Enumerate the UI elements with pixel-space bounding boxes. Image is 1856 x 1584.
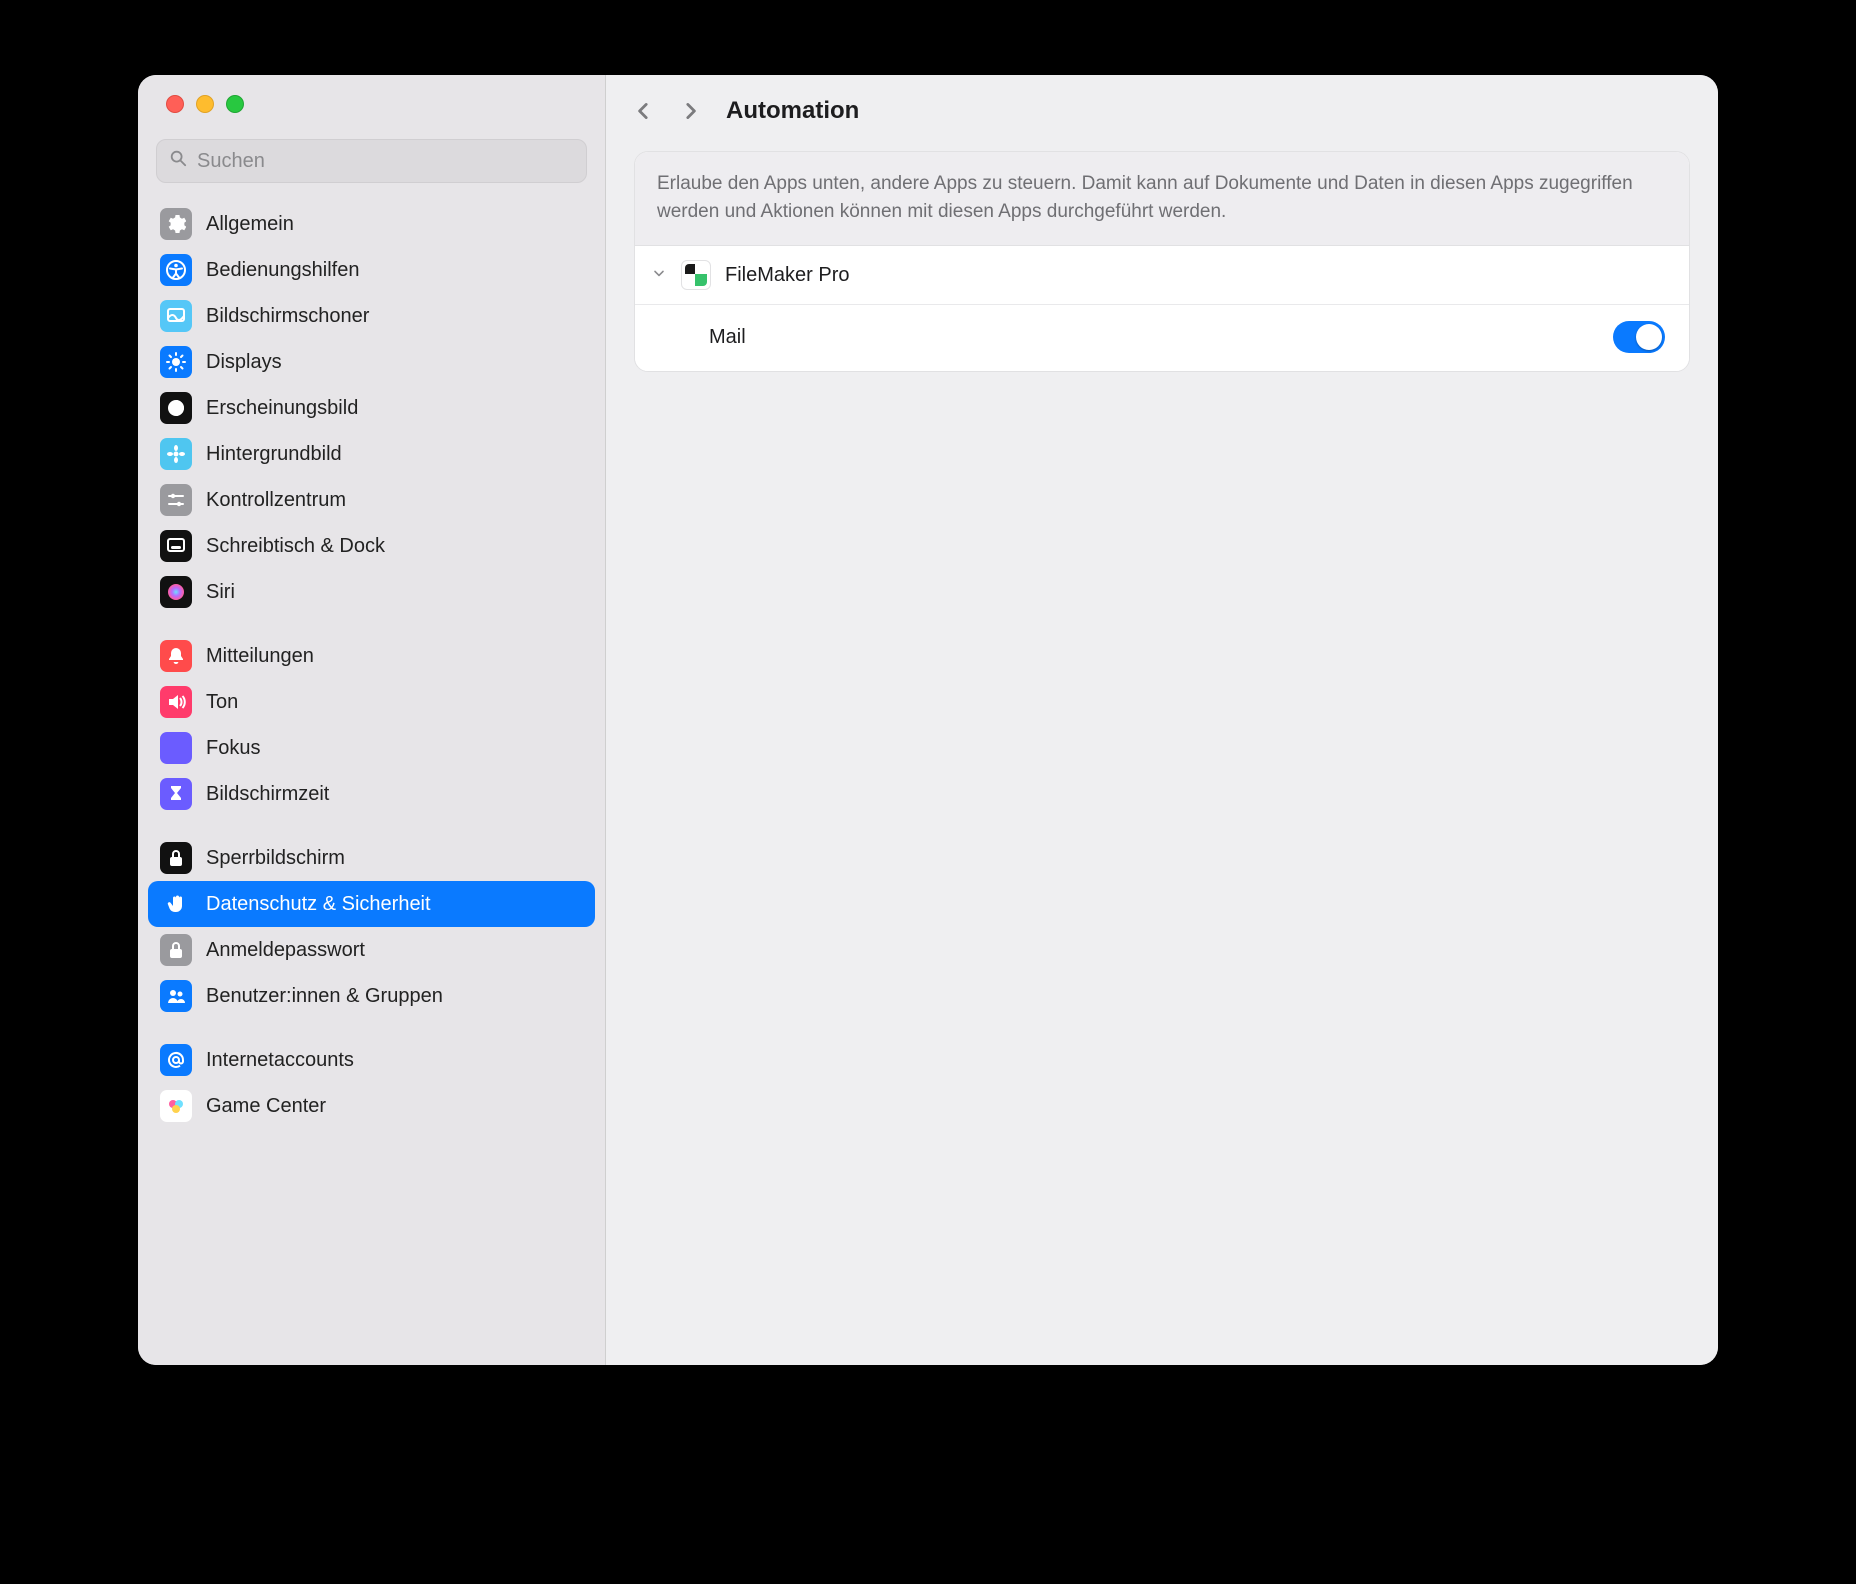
sidebar-item-label: Benutzer:innen & Gruppen	[206, 985, 443, 1008]
sidebar-item-label: Sperrbildschirm	[206, 847, 345, 870]
sidebar-item-label: Siri	[206, 581, 235, 604]
sidebar-item-kontrollzentrum[interactable]: Kontrollzentrum	[148, 477, 595, 523]
sidebar-item-sperrbildschirm[interactable]: Sperrbildschirm	[148, 835, 595, 881]
flower-icon	[160, 438, 192, 470]
speaker-icon	[160, 686, 192, 718]
sidebar-item-label: Bildschirmschoner	[206, 305, 369, 328]
sidebar-item-label: Mitteilungen	[206, 645, 314, 668]
panel-description: Erlaube den Apps unten, andere Apps zu s…	[635, 152, 1689, 246]
controlled-app-name: Mail	[709, 326, 746, 349]
lock-icon	[160, 842, 192, 874]
sidebar-item-benutzer[interactable]: Benutzer:innen & Gruppen	[148, 973, 595, 1019]
titlebar	[138, 75, 605, 133]
sidebar-item-label: Bedienungshilfen	[206, 259, 359, 282]
sidebar-item-schreibtisch-dock[interactable]: Schreibtisch & Dock	[148, 523, 595, 569]
moon-icon	[160, 732, 192, 764]
screensaver-icon	[160, 300, 192, 332]
search-field[interactable]	[156, 139, 587, 183]
content-pane: Automation Erlaube den Apps unten, ander…	[606, 75, 1718, 1365]
sidebar-item-label: Fokus	[206, 737, 260, 760]
automation-panel: Erlaube den Apps unten, andere Apps zu s…	[634, 151, 1690, 372]
dock-icon	[160, 530, 192, 562]
sidebar-item-bildschirmzeit[interactable]: Bildschirmzeit	[148, 771, 595, 817]
sidebar-item-label: Datenschutz & Sicherheit	[206, 893, 431, 916]
sidebar-item-bildschirmschoner[interactable]: Bildschirmschoner	[148, 293, 595, 339]
at-icon	[160, 1044, 192, 1076]
hourglass-icon	[160, 778, 192, 810]
appearance-icon	[160, 392, 192, 424]
sidebar-item-label: Anmeldepasswort	[206, 939, 365, 962]
sidebar-item-internetaccounts[interactable]: Internetaccounts	[148, 1037, 595, 1083]
sidebar-item-label: Displays	[206, 351, 282, 374]
sidebar-item-erscheinungsbild[interactable]: Erscheinungsbild	[148, 385, 595, 431]
sidebar-item-anmeldepasswort[interactable]: Anmeldepasswort	[148, 927, 595, 973]
controlled-app-row: Mail	[635, 305, 1689, 371]
chevron-down-icon	[651, 264, 667, 287]
hand-icon	[160, 888, 192, 920]
siri-icon	[160, 576, 192, 608]
sidebar-item-label: Game Center	[206, 1095, 326, 1118]
sidebar-nav: Allgemein Bedienungshilfen Bildschirmschon…	[138, 197, 605, 1147]
content-header: Automation	[606, 75, 1718, 147]
sidebar-item-gamecenter[interactable]: Game Center	[148, 1083, 595, 1129]
sliders-icon	[160, 484, 192, 516]
sidebar-item-mitteilungen[interactable]: Mitteilungen	[148, 633, 595, 679]
sidebar-item-fokus[interactable]: Fokus	[148, 725, 595, 771]
sidebar-item-label: Bildschirmzeit	[206, 783, 329, 806]
sidebar-item-hintergrundbild[interactable]: Hintergrundbild	[148, 431, 595, 477]
close-button[interactable]	[166, 95, 184, 113]
sidebar-item-allgemein[interactable]: Allgemein	[148, 201, 595, 247]
page-title: Automation	[726, 97, 859, 125]
sidebar-item-siri[interactable]: Siri	[148, 569, 595, 615]
bell-icon	[160, 640, 192, 672]
gamecenter-icon	[160, 1090, 192, 1122]
permission-toggle[interactable]	[1613, 321, 1665, 353]
zoom-button[interactable]	[226, 95, 244, 113]
search-input[interactable]	[197, 150, 574, 173]
lock-icon	[160, 934, 192, 966]
settings-window: Allgemein Bedienungshilfen Bildschirmschon…	[138, 75, 1718, 1365]
sidebar: Allgemein Bedienungshilfen Bildschirmschon…	[138, 75, 606, 1365]
app-row[interactable]: FileMaker Pro	[635, 246, 1689, 305]
app-icon	[681, 260, 711, 290]
sidebar-item-label: Ton	[206, 691, 238, 714]
sidebar-item-label: Internetaccounts	[206, 1049, 354, 1072]
sidebar-item-bedienungshilfen[interactable]: Bedienungshilfen	[148, 247, 595, 293]
sidebar-item-label: Allgemein	[206, 213, 294, 236]
back-button[interactable]	[626, 93, 662, 129]
sun-icon	[160, 346, 192, 378]
gear-icon	[160, 208, 192, 240]
sidebar-item-label: Erscheinungsbild	[206, 397, 358, 420]
sidebar-item-label: Kontrollzentrum	[206, 489, 346, 512]
sidebar-item-label: Schreibtisch & Dock	[206, 535, 385, 558]
forward-button[interactable]	[672, 93, 708, 129]
minimize-button[interactable]	[196, 95, 214, 113]
sidebar-item-datenschutz[interactable]: Datenschutz & Sicherheit	[148, 881, 595, 927]
accessibility-icon	[160, 254, 192, 286]
users-icon	[160, 980, 192, 1012]
search-icon	[169, 149, 187, 173]
sidebar-item-ton[interactable]: Ton	[148, 679, 595, 725]
app-name: FileMaker Pro	[725, 264, 849, 287]
sidebar-item-label: Hintergrundbild	[206, 443, 342, 466]
sidebar-item-displays[interactable]: Displays	[148, 339, 595, 385]
